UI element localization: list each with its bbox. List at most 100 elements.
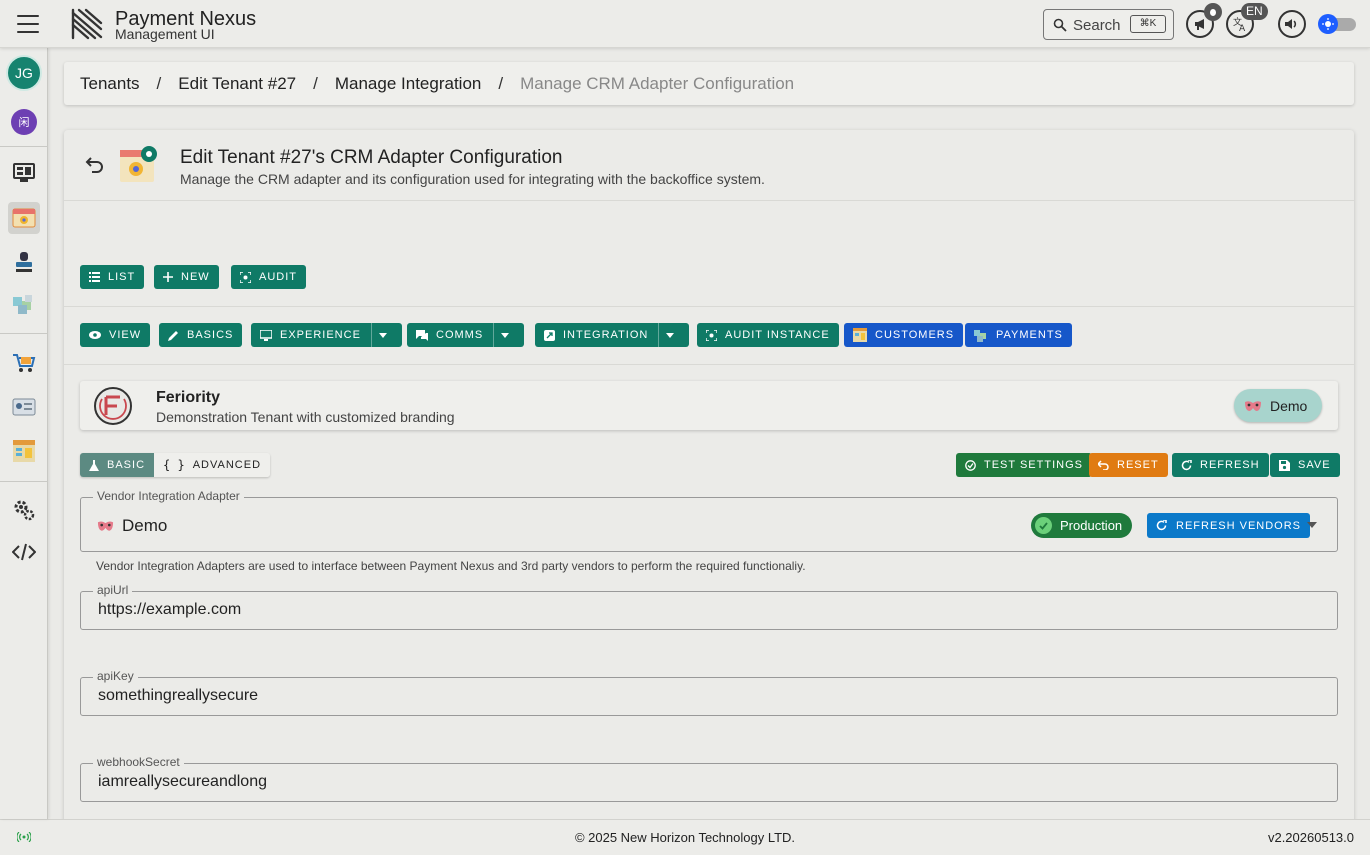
sidebar-item-integrations[interactable] bbox=[8, 288, 40, 320]
new-label: NEW bbox=[181, 271, 210, 283]
sidebar-item-orders[interactable] bbox=[8, 347, 40, 379]
sidebar-item-customers[interactable] bbox=[8, 391, 40, 423]
mode-advanced-button[interactable]: { } ADVANCED bbox=[154, 453, 271, 477]
reset-button[interactable]: RESET bbox=[1089, 453, 1168, 477]
webhook-secret-field[interactable]: webhookSecret iamreallysecureandlong bbox=[80, 755, 1338, 802]
api-key-field[interactable]: apiKey somethingreallysecure bbox=[80, 669, 1338, 716]
breadcrumb-tenants[interactable]: Tenants bbox=[80, 74, 140, 94]
page-subtitle: Manage the CRM adapter and its configura… bbox=[180, 171, 765, 187]
main-content: Tenants / Edit Tenant #27 / Manage Integ… bbox=[48, 48, 1370, 819]
view-label: VIEW bbox=[109, 329, 142, 341]
search-button[interactable]: Search ⌘K bbox=[1043, 9, 1174, 40]
svg-text:A: A bbox=[1239, 24, 1246, 32]
user-avatar[interactable]: JG bbox=[6, 55, 42, 91]
sidebar-item-calendar[interactable] bbox=[8, 435, 40, 467]
comms-button[interactable]: COMMS bbox=[407, 323, 525, 347]
announcement-icon bbox=[1195, 19, 1204, 30]
sidebar-item-developer[interactable] bbox=[8, 536, 40, 568]
audit-instance-button[interactable]: AUDIT INSTANCE bbox=[697, 323, 839, 347]
mode-basic-button[interactable]: BASIC bbox=[80, 453, 155, 477]
test-settings-button[interactable]: TEST SETTINGS bbox=[956, 453, 1092, 477]
puzzle-icon bbox=[974, 330, 986, 342]
sidebar-divider bbox=[0, 333, 48, 334]
theme-toggle[interactable] bbox=[1318, 14, 1356, 34]
undo-icon bbox=[1098, 460, 1109, 470]
chevron-down-icon[interactable] bbox=[1307, 522, 1317, 528]
customers-button[interactable]: CUSTOMERS bbox=[844, 323, 964, 347]
save-button[interactable]: SAVE bbox=[1270, 453, 1340, 477]
refresh-vendors-label: REFRESH VENDORS bbox=[1176, 519, 1302, 532]
comms-dropdown[interactable] bbox=[493, 323, 524, 347]
production-status-chip[interactable]: Production bbox=[1031, 513, 1133, 538]
mask-icon bbox=[1245, 400, 1261, 411]
breadcrumb-manage-integration[interactable]: Manage Integration bbox=[335, 74, 482, 94]
undo-icon[interactable] bbox=[84, 153, 106, 175]
refresh-button[interactable]: REFRESH bbox=[1172, 453, 1269, 477]
divider bbox=[64, 364, 1354, 365]
experience-button[interactable]: EXPERIENCE bbox=[251, 323, 402, 347]
sidebar: JG 闲 bbox=[0, 48, 48, 819]
refresh-vendors-button[interactable]: REFRESH VENDORS bbox=[1147, 513, 1311, 538]
page-title: Edit Tenant #27's CRM Adapter Configurat… bbox=[180, 147, 563, 168]
sidebar-divider bbox=[0, 146, 48, 147]
footer: © 2025 New Horizon Technology LTD. v2.20… bbox=[0, 819, 1370, 855]
webhook-secret-value: iamreallysecureandlong bbox=[98, 773, 267, 790]
bug-icon bbox=[1210, 9, 1216, 16]
vendor-adapter-select[interactable]: Vendor Integration Adapter Demo Producti… bbox=[80, 489, 1338, 552]
breadcrumb: Tenants / Edit Tenant #27 / Manage Integ… bbox=[64, 62, 1354, 105]
audit-icon bbox=[706, 329, 717, 341]
payments-label: PAYMENTS bbox=[996, 329, 1063, 341]
calendar-icon bbox=[13, 440, 35, 462]
breadcrumb-current: Manage CRM Adapter Configuration bbox=[520, 73, 795, 93]
chevron-down-icon bbox=[378, 332, 387, 338]
experience-dropdown[interactable] bbox=[370, 323, 402, 347]
crm-adapter-icon bbox=[120, 146, 157, 182]
tenant-summary: Feriority Demonstration Tenant with cust… bbox=[80, 381, 1338, 430]
sidebar-item-stamp[interactable] bbox=[8, 246, 40, 278]
refresh-icon bbox=[1181, 459, 1192, 470]
sidebar-item-settings[interactable] bbox=[8, 494, 40, 526]
tenant-logo bbox=[94, 387, 132, 425]
experience-label: EXPERIENCE bbox=[280, 329, 361, 341]
new-button[interactable]: NEW bbox=[154, 265, 219, 289]
settings-icon bbox=[14, 500, 35, 521]
tenant-avatar[interactable]: 闲 bbox=[11, 109, 37, 135]
divider bbox=[64, 306, 1354, 307]
puzzle-icon bbox=[13, 295, 32, 314]
test-settings-label: TEST SETTINGS bbox=[984, 459, 1083, 471]
crm-icon bbox=[12, 208, 36, 228]
integration-button[interactable]: INTEGRATION bbox=[535, 323, 690, 347]
tenant-chip-label: Demo bbox=[1270, 397, 1308, 414]
mode-toggle: BASIC { } ADVANCED bbox=[80, 453, 271, 477]
audit-button[interactable]: AUDIT bbox=[231, 265, 306, 289]
customers-label: CUSTOMERS bbox=[875, 329, 955, 341]
api-url-field[interactable]: apiUrl https://example.com bbox=[80, 583, 1338, 630]
refresh-icon bbox=[1156, 520, 1167, 531]
sidebar-item-dashboard[interactable] bbox=[8, 157, 40, 189]
basics-button[interactable]: BASICS bbox=[159, 323, 243, 347]
menu-icon[interactable] bbox=[17, 15, 39, 33]
pencil-icon bbox=[168, 330, 178, 341]
api-url-label: apiUrl bbox=[93, 583, 133, 597]
search-label: Search bbox=[1073, 17, 1121, 34]
vendor-helper-text: Vendor Integration Adapters are used to … bbox=[96, 559, 806, 573]
webhook-secret-label: webhookSecret bbox=[93, 755, 184, 769]
list-button[interactable]: LIST bbox=[80, 265, 145, 289]
breadcrumb-separator: / bbox=[156, 73, 162, 93]
stamp-icon bbox=[16, 252, 32, 272]
view-button[interactable]: VIEW bbox=[80, 323, 151, 347]
breadcrumb-edit-tenant[interactable]: Edit Tenant #27 bbox=[178, 74, 296, 94]
notification-badge bbox=[1204, 3, 1222, 21]
sound-button[interactable] bbox=[1278, 10, 1306, 38]
brand-logo bbox=[71, 8, 103, 40]
integration-dropdown[interactable] bbox=[658, 323, 689, 347]
audit-icon bbox=[240, 271, 251, 283]
sidebar-item-crm[interactable] bbox=[8, 202, 40, 234]
tenant-description: Demonstration Tenant with customized bra… bbox=[156, 409, 455, 425]
payments-button[interactable]: PAYMENTS bbox=[965, 323, 1072, 347]
save-label: SAVE bbox=[1298, 459, 1331, 471]
language-badge: EN bbox=[1241, 3, 1268, 20]
copyright: © 2025 New Horizon Technology LTD. bbox=[574, 830, 796, 845]
volume-icon bbox=[1285, 19, 1297, 29]
tenant-demo-chip[interactable]: Demo bbox=[1234, 389, 1322, 422]
